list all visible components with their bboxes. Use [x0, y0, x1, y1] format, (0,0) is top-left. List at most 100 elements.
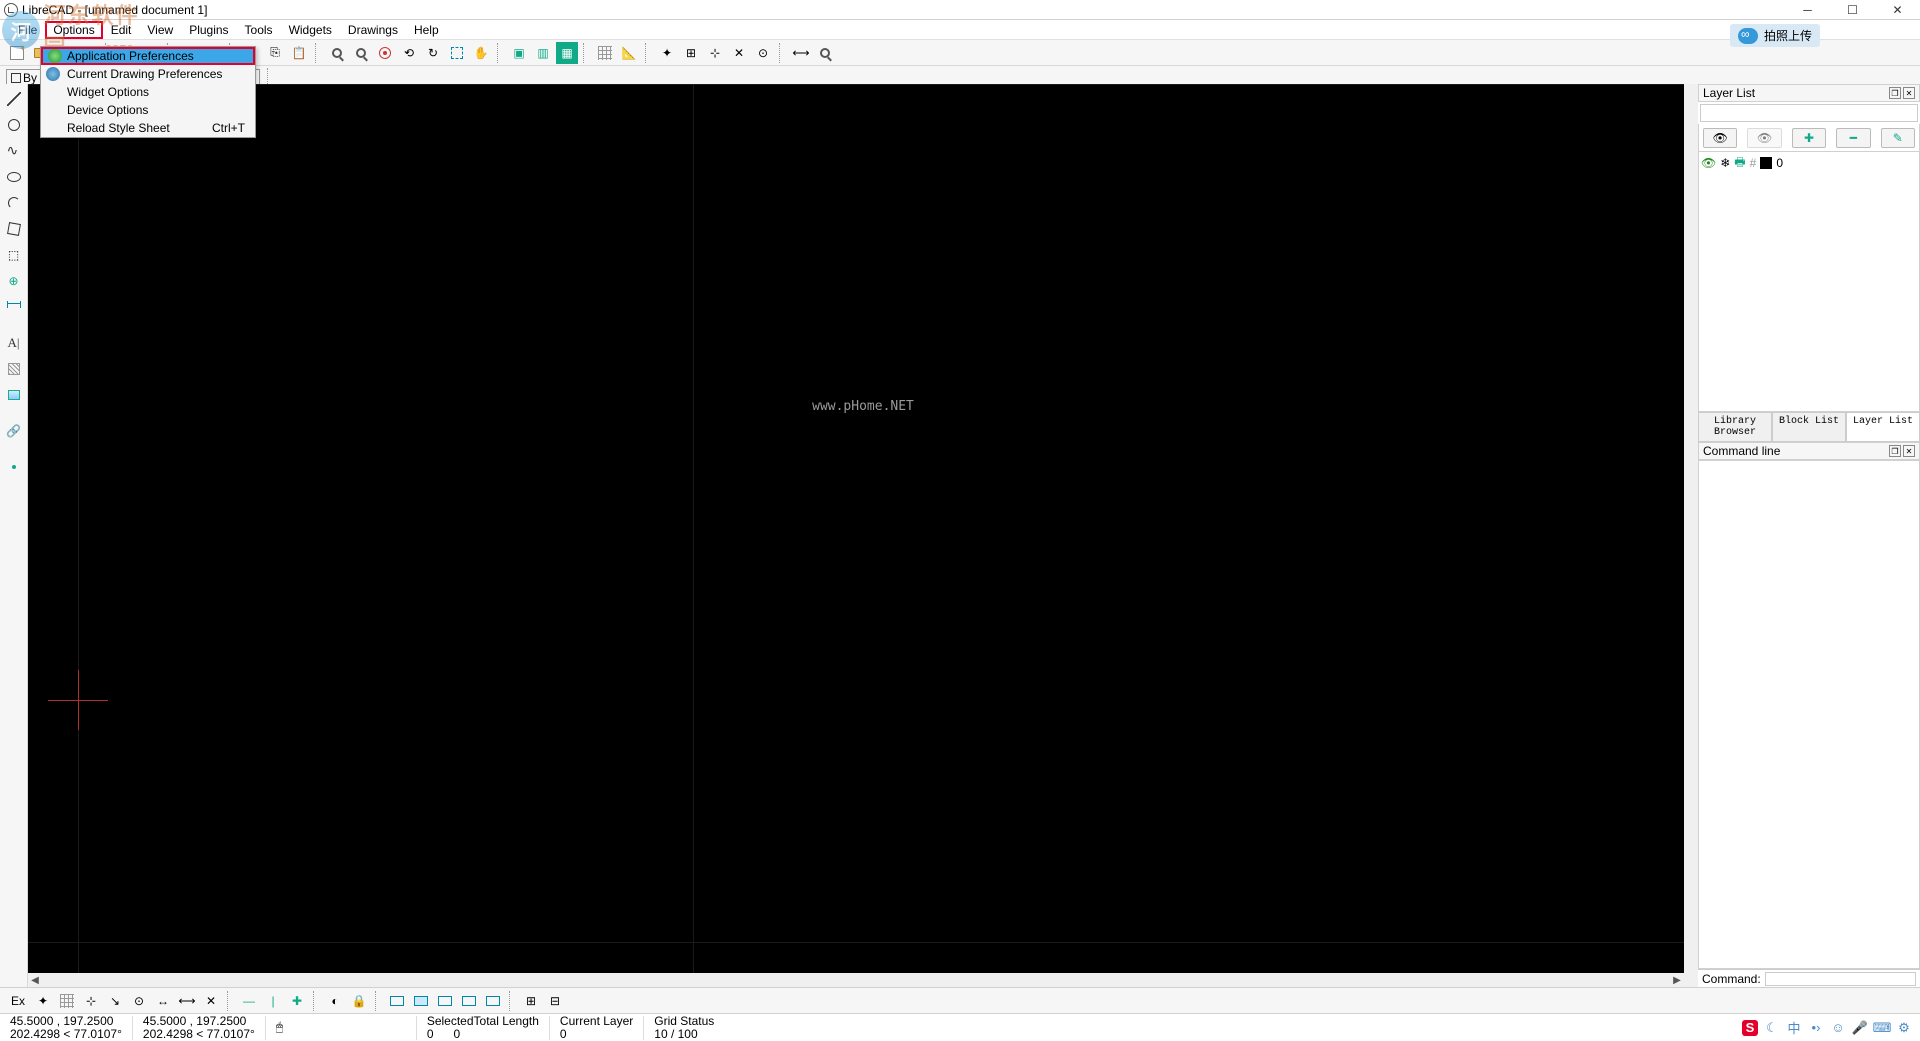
layer-filter-input[interactable] — [1700, 104, 1918, 122]
window-1-icon[interactable] — [386, 990, 408, 1012]
menu-app-preferences[interactable]: Application Preferences — [41, 47, 255, 65]
freeze-icon[interactable]: ❄ — [1720, 156, 1730, 170]
menu-device-options[interactable]: Device Options — [41, 101, 255, 119]
tab-block-list[interactable]: Block List — [1772, 413, 1846, 442]
tray-punct-icon[interactable]: •› — [1808, 1020, 1824, 1036]
relative-zero-icon[interactable]: ◐ — [324, 990, 346, 1012]
tray-smile-icon[interactable]: ☺ — [1830, 1020, 1846, 1036]
new-button[interactable] — [6, 42, 28, 64]
layer-edit-button[interactable]: ✎ — [1881, 128, 1915, 148]
draft-button[interactable]: 📐 — [618, 42, 640, 64]
close-button[interactable]: ✕ — [1875, 0, 1920, 20]
select-tool[interactable]: ⬚ — [3, 244, 25, 266]
menu-drawings[interactable]: Drawings — [340, 21, 406, 39]
layer-hideall-button[interactable]: 👁 — [1747, 128, 1781, 148]
snap-center-button[interactable]: ⊙ — [752, 42, 774, 64]
restrict-v-icon[interactable]: | — [262, 990, 284, 1012]
image-tool[interactable] — [3, 384, 25, 406]
panel-close-button[interactable]: ✕ — [1903, 445, 1915, 457]
tab-button[interactable]: ▥ — [532, 42, 554, 64]
lock-relative-icon[interactable]: 🔒 — [348, 990, 370, 1012]
snap-dist-button[interactable]: ⟷ — [790, 42, 812, 64]
tray-mic-icon[interactable]: 🎤 — [1852, 1020, 1868, 1036]
snap-intersect-icon[interactable]: ✕ — [200, 990, 222, 1012]
curve-tool[interactable] — [3, 140, 25, 162]
remove-block-icon[interactable]: ⊟ — [544, 990, 566, 1012]
print-icon[interactable]: 🖶 — [1734, 153, 1745, 174]
circle-tool[interactable] — [3, 114, 25, 136]
zoom-out-button[interactable] — [350, 42, 372, 64]
menu-reload-stylesheet[interactable]: Reload Style Sheet Ctrl+T — [41, 119, 255, 137]
zoom-prev-button[interactable]: ⟲ — [398, 42, 420, 64]
restrict-ortho-icon[interactable]: ✚ — [286, 990, 308, 1012]
snap-dist-icon[interactable]: ⟷ — [176, 990, 198, 1012]
snap-grid-button[interactable]: ⊞ — [680, 42, 702, 64]
window-2-icon[interactable] — [410, 990, 432, 1012]
menu-widget-options[interactable]: Widget Options — [41, 83, 255, 101]
tray-settings-icon[interactable]: ⚙ — [1896, 1020, 1912, 1036]
paste-button[interactable]: 📋 — [288, 42, 310, 64]
polyline-tool[interactable] — [3, 218, 25, 240]
ellipse-tool[interactable] — [3, 166, 25, 188]
drawing-canvas[interactable]: www.pHome.NET — [28, 84, 1698, 973]
snap-grid-icon[interactable] — [56, 990, 78, 1012]
zoom-redraw-button[interactable]: ↻ — [422, 42, 444, 64]
menu-help[interactable]: Help — [406, 21, 447, 39]
copy-button[interactable]: ⎘ — [264, 42, 286, 64]
tab-library-browser[interactable]: Library Browser — [1698, 413, 1772, 442]
measure-button[interactable] — [814, 42, 836, 64]
snap-ex-button[interactable]: Ex — [6, 990, 30, 1012]
tray-moon-icon[interactable]: ☾ — [1764, 1020, 1780, 1036]
layer-color-swatch[interactable] — [1760, 157, 1772, 169]
menu-edit[interactable]: Edit — [103, 21, 140, 39]
snap-free-button[interactable]: ✦ — [656, 42, 678, 64]
add-block-icon[interactable]: ⊞ — [520, 990, 542, 1012]
fullscreen-button[interactable]: ▣ — [508, 42, 530, 64]
tray-zh-icon[interactable]: 中 — [1786, 1020, 1802, 1036]
window-4-icon[interactable] — [458, 990, 480, 1012]
snap-middle-icon[interactable]: ↔ — [152, 990, 174, 1012]
menu-plugins[interactable]: Plugins — [181, 21, 236, 39]
tray-sogou-icon[interactable]: S — [1742, 1020, 1758, 1036]
restrict-h-icon[interactable]: — — [238, 990, 260, 1012]
layer-add-button[interactable]: ✚ — [1792, 128, 1826, 148]
hatch-tool[interactable] — [3, 358, 25, 380]
layer-row[interactable]: 👁 ❄ 🖶 # 0 — [1701, 154, 1917, 172]
line-tool[interactable] — [3, 88, 25, 110]
zoom-in-button[interactable] — [326, 42, 348, 64]
tab-layer-list[interactable]: Layer List — [1846, 413, 1920, 442]
zoom-pan-button[interactable]: ✋ — [470, 42, 492, 64]
vertical-scrollbar[interactable] — [1684, 84, 1698, 973]
cloud-upload-widget[interactable]: 拍照上传 — [1730, 24, 1820, 47]
text-tool[interactable]: A| — [3, 332, 25, 354]
minimize-button[interactable]: ─ — [1785, 0, 1830, 20]
snap-free-icon[interactable]: ✦ — [32, 990, 54, 1012]
command-input[interactable] — [1765, 972, 1916, 986]
snap-endpoint-icon[interactable]: ⊹ — [80, 990, 102, 1012]
window-3-icon[interactable] — [434, 990, 456, 1012]
menu-file[interactable]: File — [10, 21, 45, 39]
add-view-button[interactable]: ▦ — [556, 42, 578, 64]
panel-close-button[interactable]: ✕ — [1903, 87, 1915, 99]
zoom-window-button[interactable] — [446, 42, 468, 64]
menu-tools[interactable]: Tools — [237, 21, 281, 39]
menu-options[interactable]: Options — [45, 21, 102, 39]
block-tool[interactable]: 🔗 — [3, 420, 25, 442]
dimension-tool[interactable] — [3, 296, 25, 318]
snap-intersect-button[interactable]: ✕ — [728, 42, 750, 64]
snap-on-entity-icon[interactable]: ↘ — [104, 990, 126, 1012]
point-tool[interactable] — [3, 456, 25, 478]
maximize-button[interactable]: ☐ — [1830, 0, 1875, 20]
eye-icon[interactable]: 👁 — [1701, 156, 1716, 170]
menu-drawing-preferences[interactable]: Current Drawing Preferences — [41, 65, 255, 83]
grid-toggle-button[interactable] — [594, 42, 616, 64]
window-5-icon[interactable] — [482, 990, 504, 1012]
layer-showall-button[interactable]: 👁 — [1703, 128, 1737, 148]
menu-view[interactable]: View — [139, 21, 181, 39]
panel-float-button[interactable]: ❐ — [1889, 87, 1901, 99]
snap-center-icon[interactable]: ⊙ — [128, 990, 150, 1012]
modify-tool[interactable]: ⊕ — [3, 270, 25, 292]
tray-keyboard-icon[interactable]: ⌨ — [1874, 1020, 1890, 1036]
panel-float-button[interactable]: ❐ — [1889, 445, 1901, 457]
menu-widgets[interactable]: Widgets — [281, 21, 340, 39]
